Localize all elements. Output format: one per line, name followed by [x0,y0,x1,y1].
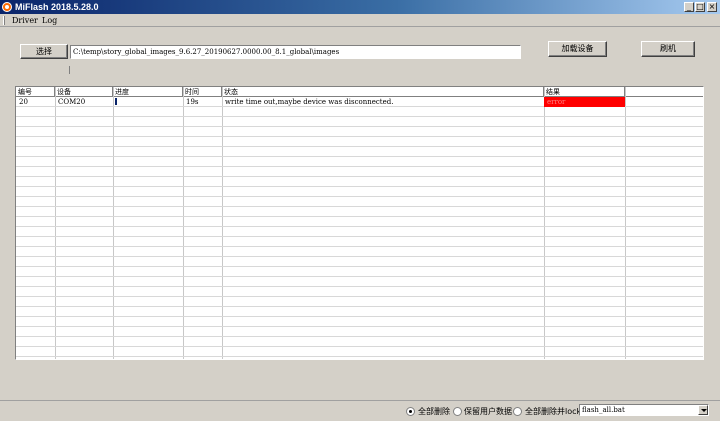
empty-row [16,177,703,187]
column-header-result[interactable]: 结果 [544,87,625,97]
empty-row [16,297,703,307]
column-header-progress[interactable]: 进度 [113,87,183,97]
flash-script-value: flash_all.bat [582,406,625,414]
column-header-empty [625,87,703,97]
radio-clean-all-lock-label[interactable]: 全部删除并lock [525,406,581,417]
select-folder-button[interactable]: 选择 [20,44,68,59]
chevron-down-icon[interactable] [698,405,708,415]
cell-time: 19s [186,98,199,106]
menu-grip [3,16,5,25]
cell-status: write time out,maybe device was disconne… [225,98,394,106]
empty-row [16,167,703,177]
empty-row [16,287,703,297]
empty-row [16,197,703,207]
radio-save-user-data-label[interactable]: 保留用户数据 [464,406,512,417]
empty-row [16,127,703,137]
empty-row [16,257,703,267]
empty-row [16,277,703,287]
empty-row [16,117,703,127]
empty-row [16,347,703,357]
empty-row [16,267,703,277]
menu-log[interactable]: Log [42,15,57,26]
empty-row [16,187,703,197]
rom-path-input[interactable]: C:\temp\story_global_images_9.6.27_20190… [70,45,521,59]
column-header-id[interactable]: 编号 [16,87,55,97]
minimize-button[interactable]: _ [684,2,694,12]
menu-driver[interactable]: Driver [12,15,38,26]
empty-row [16,307,703,317]
column-header-time[interactable]: 时间 [183,87,222,97]
empty-row [16,247,703,257]
radio-clean-all-label[interactable]: 全部删除 [418,406,450,417]
mi-logo-icon [2,2,12,12]
empty-row [16,207,703,217]
empty-row [16,237,703,247]
title-bar[interactable]: MiFlash 2018.5.28.0 _ □ × [0,0,720,14]
cell-result: error [544,97,625,107]
load-device-button[interactable]: 加载设备 [548,41,607,57]
radio-clean-all-lock[interactable] [513,407,522,416]
radio-clean-all[interactable] [406,407,415,416]
table-row[interactable]: 20 COM20 19s write time out,maybe device… [16,97,703,107]
cell-device: COM20 [58,98,86,106]
empty-row [16,327,703,337]
window-title: MiFlash 2018.5.28.0 [15,2,99,12]
empty-row [16,227,703,237]
close-button[interactable]: × [707,2,717,12]
empty-row [16,317,703,327]
progress-bar [115,98,117,105]
maximize-button[interactable]: □ [695,2,705,12]
empty-row [16,157,703,167]
flash-button[interactable]: 刷机 [641,41,695,57]
menu-bar: Driver Log [0,14,720,27]
empty-row [16,337,703,347]
empty-row [16,357,703,359]
cell-id: 20 [19,98,28,106]
flash-script-select[interactable]: flash_all.bat [579,404,709,416]
radio-save-user-data[interactable] [453,407,462,416]
empty-row [16,217,703,227]
empty-row [16,137,703,147]
empty-row [16,147,703,157]
device-table[interactable]: 编号 设备 进度 时间 状态 结果 20 COM20 19s write tim… [15,86,704,360]
column-header-device[interactable]: 设备 [55,87,113,97]
empty-row [16,107,703,117]
separator-tick [69,66,70,74]
table-header: 编号 设备 进度 时间 状态 结果 [16,87,703,97]
column-header-status[interactable]: 状态 [222,87,544,97]
